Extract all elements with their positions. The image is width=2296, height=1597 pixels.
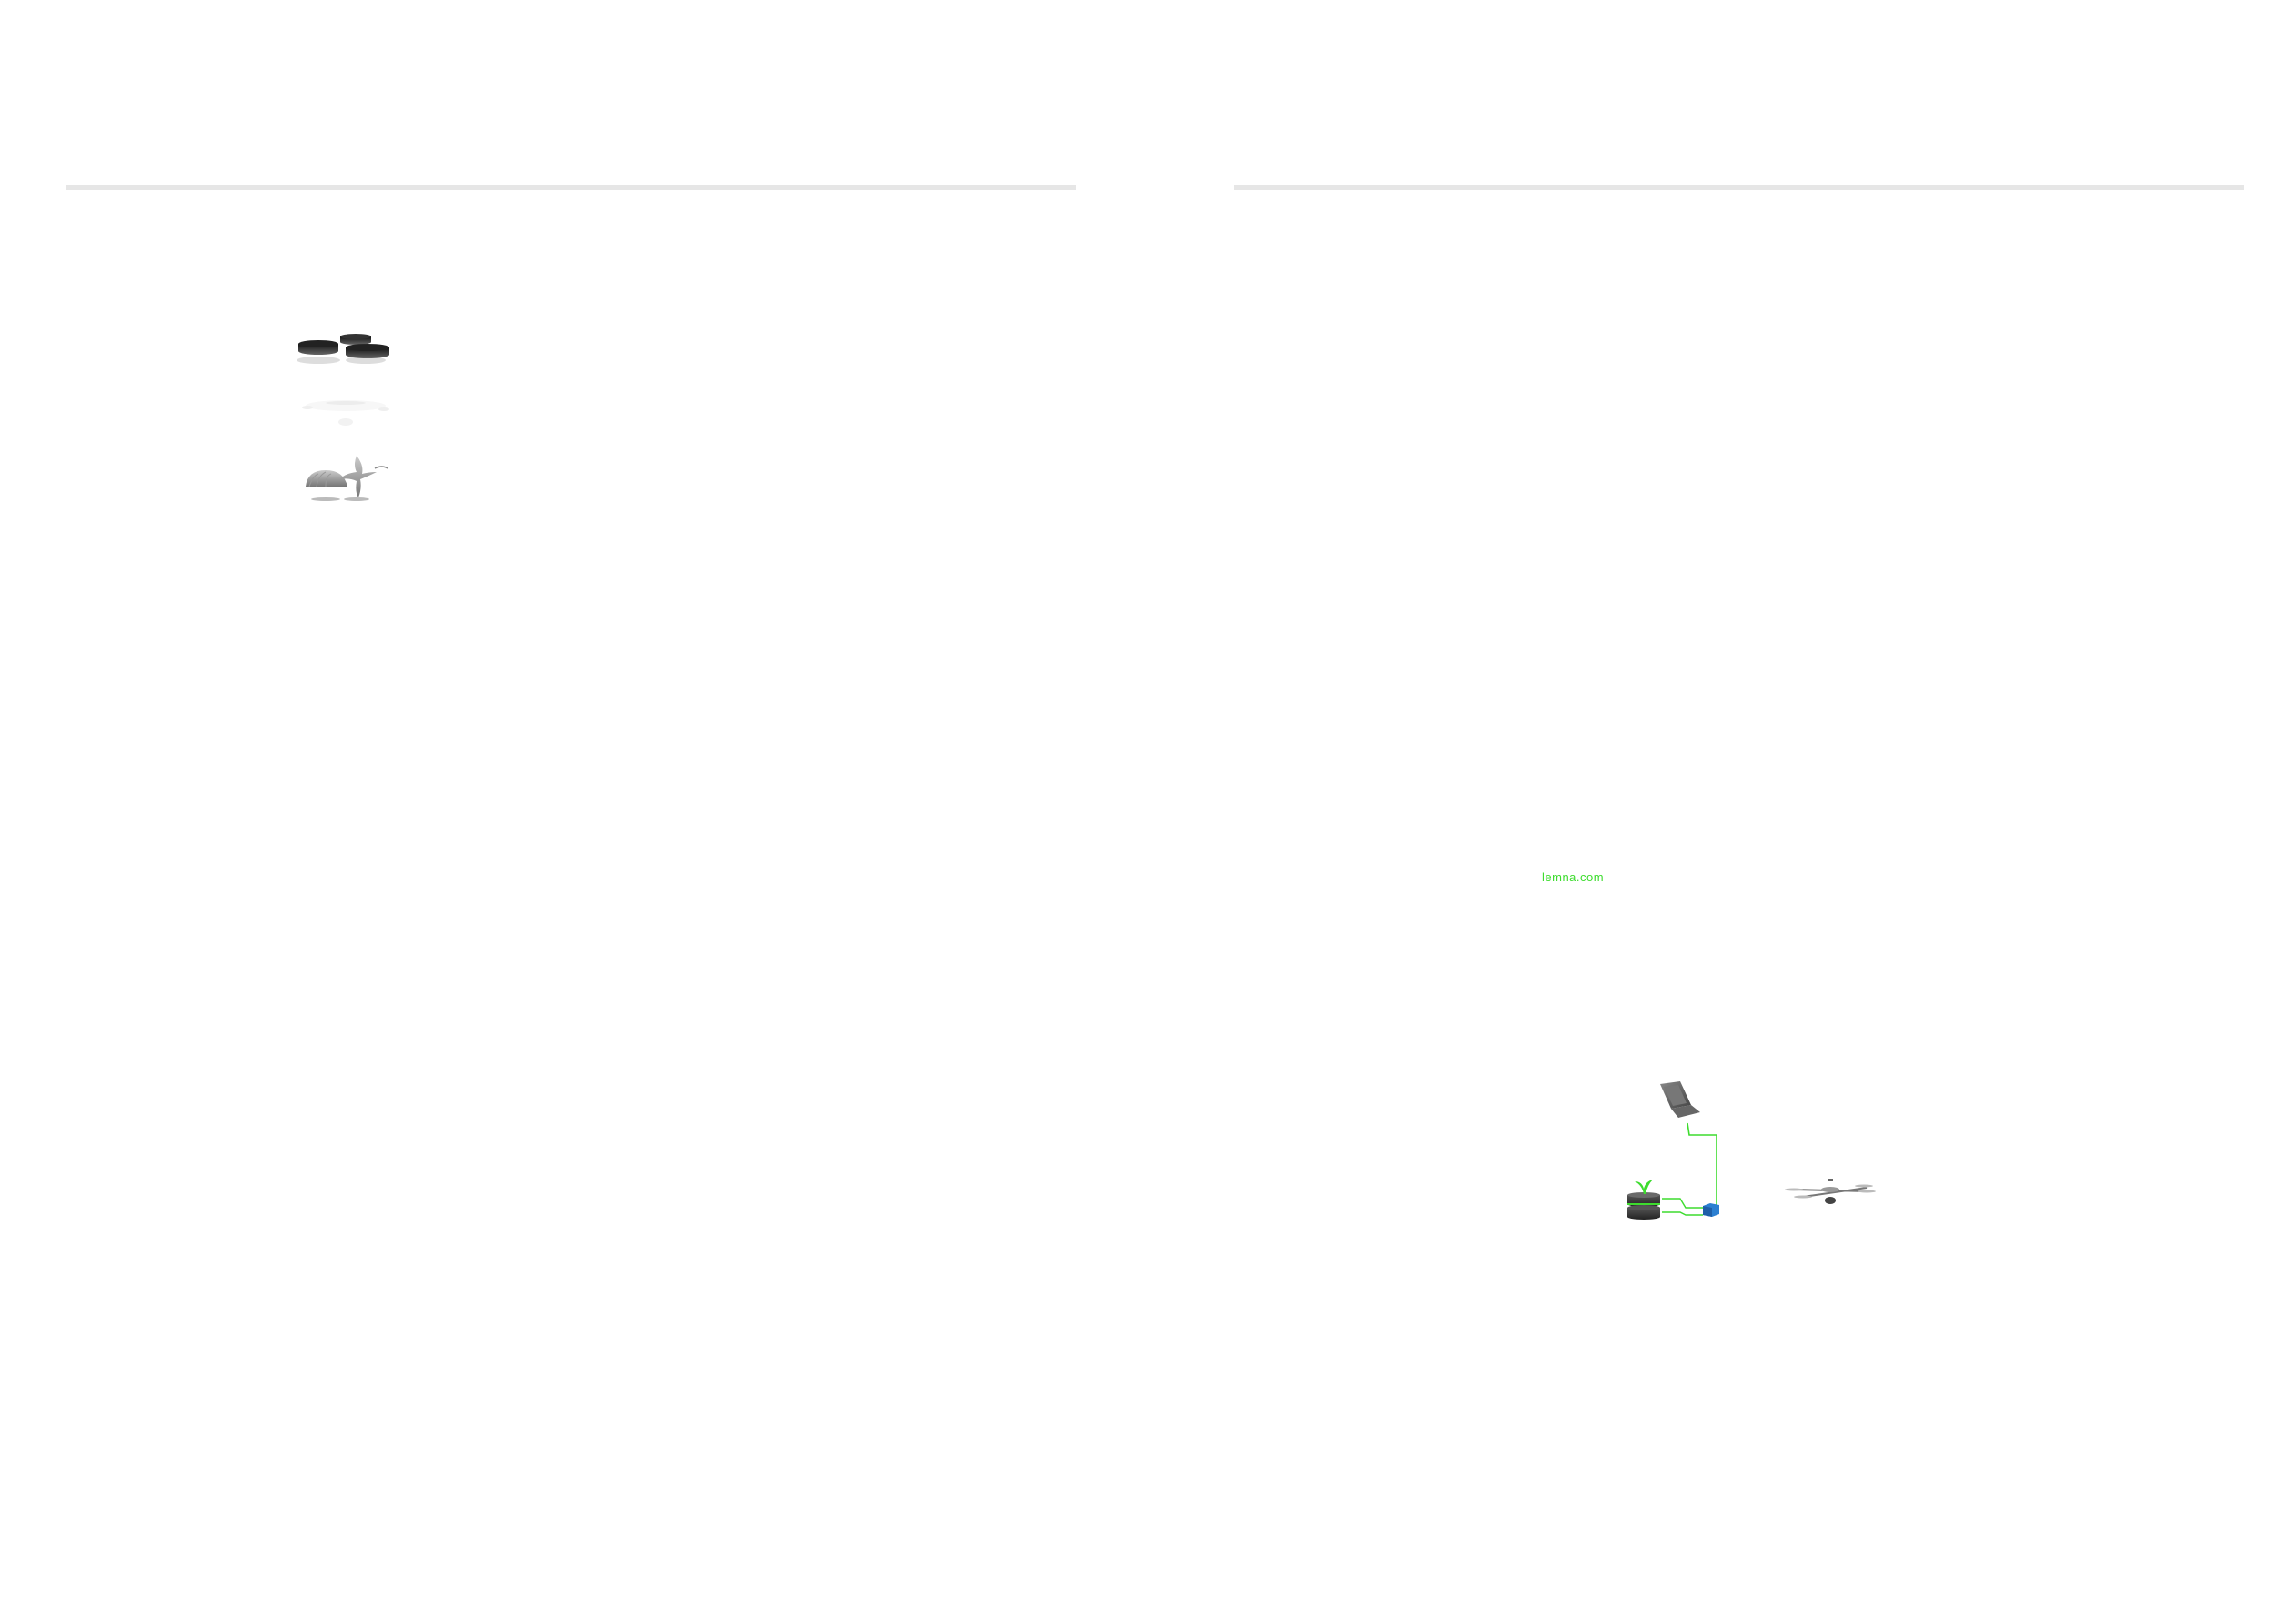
connector-box-icon bbox=[1703, 1203, 1719, 1217]
drone-icon bbox=[1785, 1179, 1876, 1204]
flat-disc-icon bbox=[302, 400, 389, 426]
network-diagram bbox=[1627, 1081, 1876, 1220]
right-page: lemna.com bbox=[1148, 0, 2296, 1597]
laptop-icon bbox=[1660, 1081, 1700, 1118]
left-page bbox=[0, 0, 1148, 1597]
organic-shapes-icon bbox=[306, 456, 388, 501]
header-rule bbox=[1234, 185, 2244, 190]
website-link[interactable]: lemna.com bbox=[1542, 870, 1604, 884]
stacked-discs-icon bbox=[297, 334, 389, 364]
header-rule bbox=[66, 185, 1076, 190]
plant-server-icon bbox=[1627, 1180, 1660, 1220]
